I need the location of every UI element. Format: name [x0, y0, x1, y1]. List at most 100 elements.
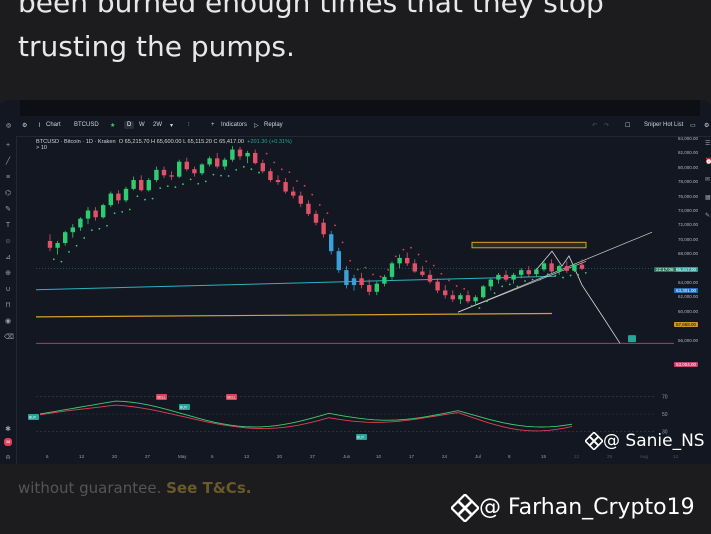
trailing-stop-dot	[75, 244, 78, 247]
chart-type-icon[interactable]: ⌇	[38, 122, 41, 129]
favorite-star-icon[interactable]: ★	[110, 122, 115, 129]
tradingview-logo-icon[interactable]: ◎	[6, 122, 11, 129]
trailing-stop-dot	[341, 241, 344, 244]
pattern-icon[interactable]: ⌬	[4, 190, 12, 198]
settings-icon[interactable]: ⚙	[704, 122, 709, 129]
time-axis-tick: 20	[112, 454, 118, 459]
ruler-icon[interactable]: ⊿	[4, 254, 12, 262]
trailing-stop-dot	[448, 279, 450, 282]
candle-body	[177, 161, 182, 177]
watchlist-button[interactable]: Sniper Hot List	[644, 122, 683, 128]
oscillator-chart[interactable]: 705030SELL SELLBUYBUYBUY	[16, 380, 676, 450]
trailing-stop-dot	[166, 185, 169, 188]
zoom-in-icon[interactable]: ⊕	[4, 270, 12, 278]
candle-body	[496, 274, 501, 280]
chart-label[interactable]: Chart	[46, 122, 61, 128]
watchlist-checkbox-icon[interactable]: ☐	[625, 122, 630, 129]
text-icon[interactable]: T	[4, 222, 12, 230]
trailing-stop-dot	[508, 283, 511, 286]
interval-d-button[interactable]: D	[124, 121, 135, 129]
candle-body	[443, 290, 448, 296]
chat-side-icon[interactable]: ✉	[705, 176, 711, 183]
trailing-stop-dot	[531, 278, 534, 281]
price-axis[interactable]: 84,000.00 82,000.00 80,000.00 78,000.00 76,0…	[675, 136, 711, 374]
legend-title: BTCUSD · Bitcoin · 1D · Kraken	[36, 139, 116, 145]
legend-change: +201.30 (+0.31%)	[247, 139, 292, 145]
redo-icon[interactable]: ↷	[604, 122, 609, 129]
support-line-yellow	[35, 312, 553, 318]
candle-body	[557, 266, 562, 272]
candle-body	[298, 195, 303, 204]
countdown-tag: 22:17:06	[654, 267, 676, 272]
trailing-stop-dot	[182, 183, 184, 185]
candle-body	[222, 159, 227, 167]
candle-body	[321, 222, 326, 235]
candle-body	[63, 232, 68, 244]
trailing-stop-dot	[410, 246, 412, 249]
trailing-stop-dot	[98, 227, 101, 230]
price-chart[interactable]	[16, 136, 676, 376]
trailing-stop-dot	[402, 248, 405, 251]
time-axis-tick: 20	[277, 454, 283, 459]
trailing-stop-dot	[250, 168, 253, 171]
trendline-icon[interactable]: ╱	[4, 158, 12, 166]
trailing-stop-dot	[493, 292, 496, 295]
binance-logo-icon	[451, 494, 479, 522]
candle-body	[275, 180, 281, 183]
gear-icon[interactable]: ⚙	[22, 122, 27, 129]
trash-icon[interactable]: ⌫	[4, 334, 14, 342]
watermark-small-text: @ Sanie_NS	[603, 431, 705, 451]
alerts-side-icon[interactable]: ⏰	[705, 158, 711, 165]
time-axis-tick: 27	[310, 454, 316, 459]
magnet-icon[interactable]: ∪	[4, 286, 12, 294]
watchlist-side-icon[interactable]: ☰	[705, 140, 711, 147]
candle-body	[450, 295, 455, 300]
candle-body	[78, 218, 83, 228]
time-axis[interactable]: 6 13 20 27 May 6 13 20 27 Jun 10 17 24 Jul 8 15 22 29 Aug 1…	[16, 452, 679, 462]
trailing-stop-dot	[372, 273, 374, 276]
osc-axis-tick: 70	[662, 395, 668, 401]
trailing-stop-dot	[539, 278, 542, 281]
candle-body	[473, 297, 478, 302]
interval-w-button[interactable]: W	[139, 122, 145, 128]
brush-icon[interactable]: ✎	[4, 206, 12, 214]
trailing-stop-dot	[220, 174, 222, 177]
trailing-stop-dot	[303, 184, 306, 187]
notes-side-icon[interactable]: ✎	[705, 212, 711, 219]
trailing-stop-dot	[174, 186, 177, 189]
candle-body	[549, 263, 554, 272]
trailing-stop-dot	[569, 274, 572, 277]
terms-link[interactable]: See T&Cs.	[166, 479, 251, 497]
candle-body	[192, 169, 197, 174]
lock-icon[interactable]: ⊓	[4, 302, 12, 310]
emoji-icon[interactable]: ☺	[4, 238, 12, 246]
price-axis-tick: 84,000.00	[678, 136, 699, 141]
trailing-stop-dot	[189, 178, 192, 181]
indicators-button[interactable]: Indicators	[221, 122, 247, 128]
target-line-tag: 53,004.00	[674, 362, 699, 367]
interval-dropdown-icon[interactable]: ▾	[170, 122, 173, 129]
price-axis-tick: 82,000.00	[678, 150, 699, 156]
eye-icon[interactable]: ◉	[4, 318, 12, 326]
calendar-side-icon[interactable]: ▦	[705, 194, 711, 201]
interval-2w-button[interactable]: 2W	[153, 122, 162, 128]
replay-icon[interactable]: ▷	[254, 122, 259, 129]
trendline-blue	[35, 275, 557, 291]
profile-icon[interactable]: ⍝	[4, 454, 12, 462]
layout-icon[interactable]: ▭	[690, 122, 696, 129]
crosshair-icon[interactable]: +	[4, 142, 12, 150]
time-axis-tick: 17	[409, 454, 415, 459]
target-marker-icon	[628, 335, 636, 343]
ideas-icon[interactable]: ✱	[4, 426, 12, 434]
notification-badge-icon[interactable]: 38	[4, 438, 12, 446]
candle-style-icon[interactable]: ⫶	[188, 122, 190, 129]
trailing-stop-dot	[136, 195, 139, 198]
undo-icon[interactable]: ↶	[592, 122, 597, 129]
osc-signal-label: BUY	[357, 436, 365, 440]
replay-button[interactable]: Replay	[264, 122, 283, 128]
add-indicator-icon[interactable]: +	[211, 122, 215, 128]
symbol-search[interactable]: BTCUSD	[74, 122, 99, 128]
time-axis-tick: 12	[673, 454, 679, 459]
candle-body	[458, 295, 463, 300]
fib-icon[interactable]: ≡	[4, 174, 12, 182]
